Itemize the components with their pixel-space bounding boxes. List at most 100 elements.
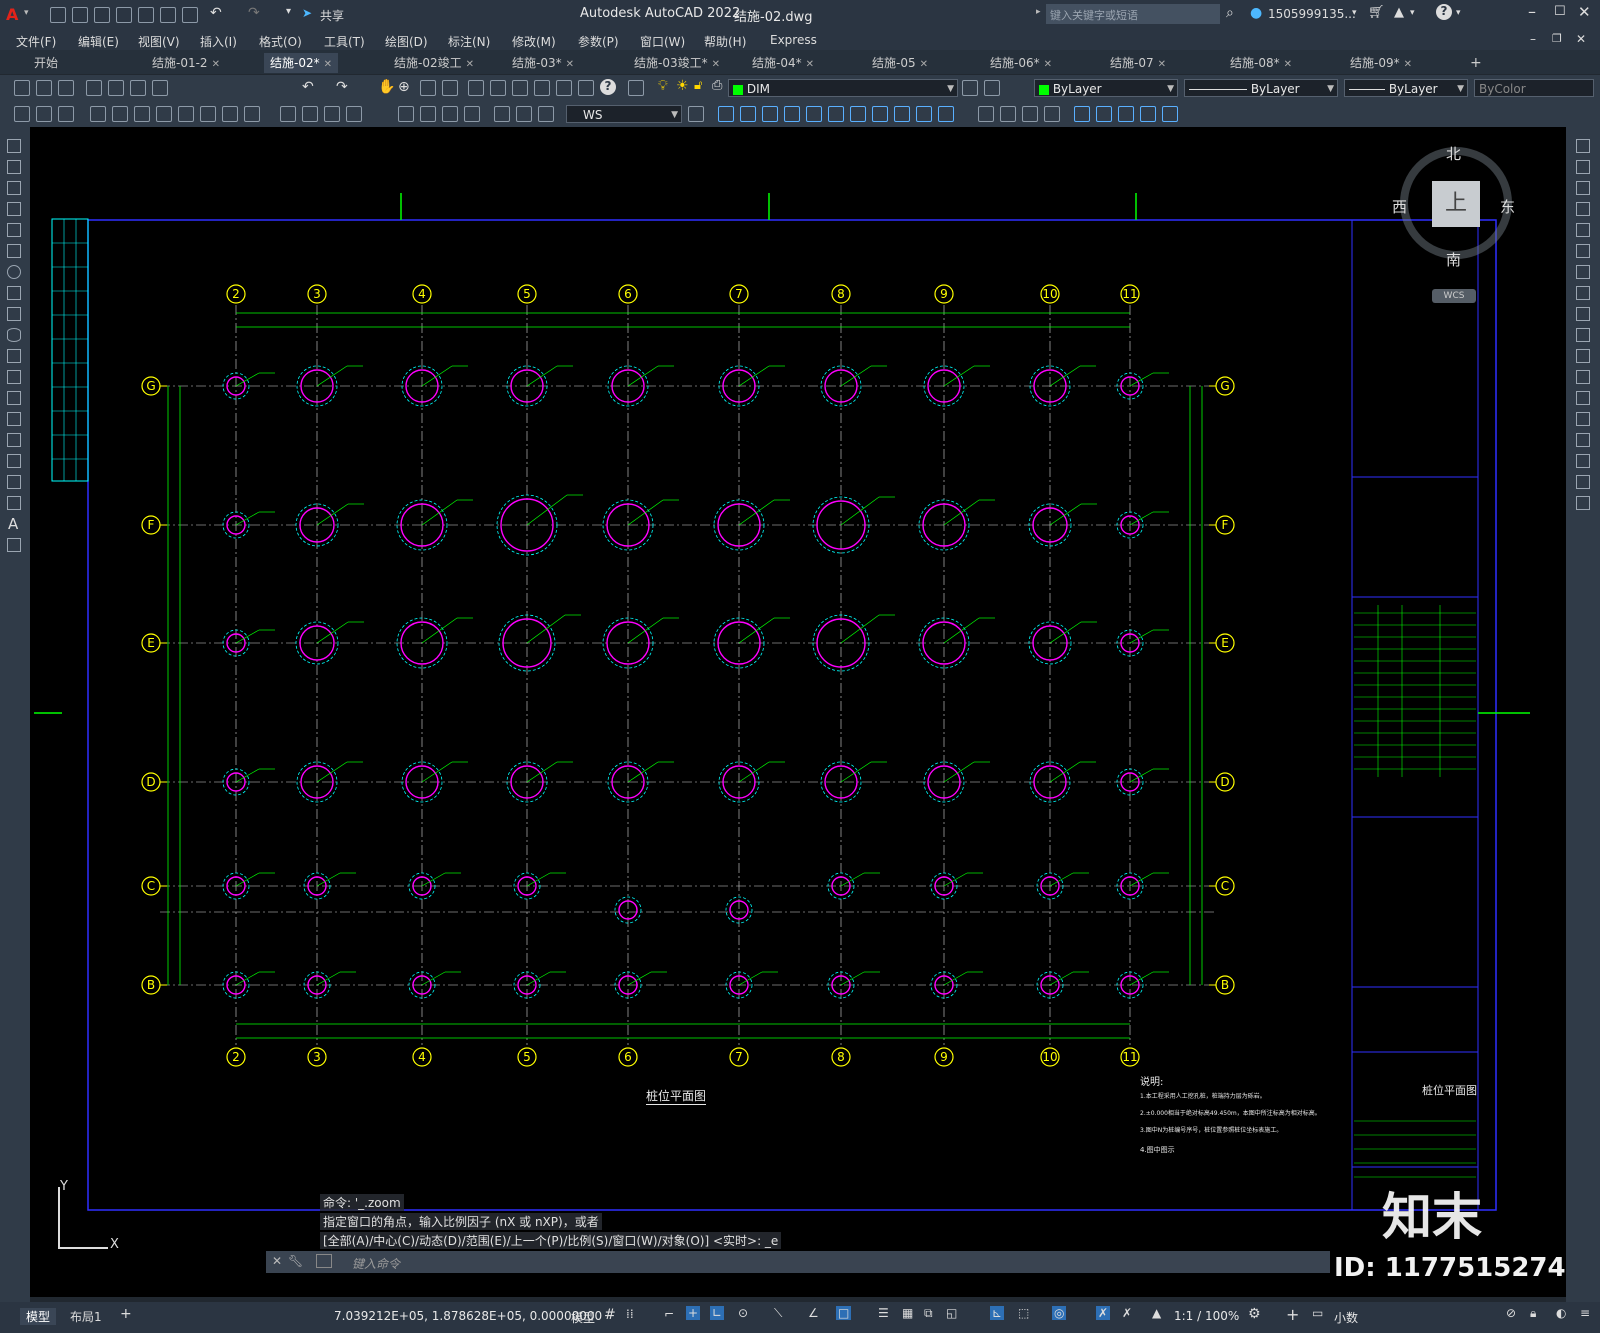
color-dropdown[interactable]: ByLayer ▼ [1034, 79, 1178, 97]
tab-file[interactable]: 结施-09* ✕ [1350, 53, 1412, 73]
share-label[interactable]: 共享 [320, 7, 344, 24]
tab-file-active[interactable]: 结施-02* ✕ [264, 53, 338, 73]
viewcube-top-face[interactable]: 上 [1432, 181, 1480, 227]
break-icon[interactable] [1576, 391, 1590, 405]
erase-icon[interactable] [1576, 139, 1590, 153]
object-snap-icon[interactable]: □ [836, 1306, 852, 1320]
markup-icon[interactable] [556, 80, 572, 96]
region-icon[interactable] [7, 475, 21, 489]
tab-close-icon[interactable]: ✕ [466, 59, 474, 70]
box-icon[interactable] [1074, 106, 1090, 122]
revision-cloud-icon[interactable] [7, 286, 21, 300]
hatch-icon[interactable] [7, 433, 21, 447]
break-at-point-icon[interactable] [1576, 370, 1590, 384]
mirror-icon[interactable] [1576, 181, 1590, 195]
center-mark-icon[interactable] [346, 106, 362, 122]
app-menu-chevron-icon[interactable]: ▾ [24, 8, 29, 18]
units-value[interactable]: 小数 [1334, 1309, 1358, 1326]
open-icon[interactable] [36, 80, 52, 96]
construction-line-icon[interactable] [7, 160, 21, 174]
quick-properties-icon[interactable]: ⊘ [1506, 1306, 1516, 1320]
tab-close-icon[interactable]: ✕ [566, 59, 574, 70]
ucs-world-icon[interactable] [762, 106, 778, 122]
tab-close-icon[interactable]: ✕ [920, 59, 928, 70]
jogged-linear-icon[interactable] [420, 106, 436, 122]
save-icon[interactable] [58, 80, 74, 96]
save-as-icon[interactable] [116, 7, 132, 23]
user-icon[interactable]: ● [1250, 5, 1262, 21]
polygon-icon[interactable] [7, 202, 21, 216]
chamfer-icon[interactable] [1576, 433, 1590, 447]
command-input[interactable]: 键入命令 [352, 1255, 400, 1272]
account-dropdown-icon[interactable]: ▾ [1410, 8, 1415, 18]
table-icon[interactable] [7, 496, 21, 510]
visual-style-wireframe-icon[interactable] [978, 106, 994, 122]
extend-icon[interactable] [1576, 349, 1590, 363]
ortho-icon[interactable]: ∟ [710, 1306, 725, 1320]
blend-curves-icon[interactable] [1576, 475, 1590, 489]
dim-continue-icon[interactable] [244, 106, 260, 122]
menu-window[interactable]: 窗口(W) [640, 33, 685, 50]
menu-insert[interactable]: 插入(I) [200, 33, 237, 50]
grid-icon[interactable]: # [604, 1307, 616, 1323]
auto-scale-icon[interactable]: ✗ [1122, 1306, 1132, 1320]
undo-icon[interactable]: ↶ [302, 79, 314, 95]
dim-update-icon[interactable] [494, 106, 510, 122]
rectangle-icon[interactable] [7, 223, 21, 237]
help-icon[interactable]: ? [1436, 4, 1452, 20]
visual-style-realistic-icon[interactable] [1022, 106, 1038, 122]
dynamic-ucs-icon[interactable]: ⊾ [990, 1306, 1005, 1320]
inspection-icon[interactable] [398, 106, 414, 122]
ucs-object-icon[interactable] [828, 106, 844, 122]
viewcube-south[interactable]: 南 [1446, 249, 1461, 270]
selection-filter-icon[interactable]: ⬚ [1018, 1306, 1029, 1320]
properties-icon[interactable] [468, 80, 484, 96]
tab-file[interactable]: 结施-06* ✕ [990, 53, 1052, 73]
layer-properties-icon[interactable] [628, 80, 644, 96]
ucs-origin-icon[interactable] [872, 106, 888, 122]
tab-close-icon[interactable]: ✕ [1404, 59, 1412, 70]
dim-linear-icon[interactable] [14, 106, 30, 122]
visual-style-hidden-icon[interactable] [1000, 106, 1016, 122]
tab-file[interactable]: 结施-08* ✕ [1230, 53, 1292, 73]
dim-edit-icon[interactable] [442, 106, 458, 122]
layer-unlock-icon[interactable]: 🔓︎ [694, 78, 702, 93]
plot-icon[interactable] [138, 7, 154, 23]
ucs-dropdown[interactable]: WS ▼ [566, 105, 682, 123]
drawing-canvas[interactable]: 2 2 3 3 4 4 5 5 6 6 7 7 8 8 9 9 10 10 11 11 G G F F E E D D C C B B 桩位平… [30, 127, 1566, 1297]
ucs-view-icon[interactable] [850, 106, 866, 122]
make-block-icon[interactable] [7, 391, 21, 405]
search-expand-icon[interactable]: ▸ [1036, 7, 1041, 17]
join-icon[interactable] [1576, 412, 1590, 426]
share-icon[interactable]: ➤ [302, 6, 312, 20]
menu-dimension[interactable]: 标注(N) [448, 33, 490, 50]
ucs-face-icon[interactable] [806, 106, 822, 122]
autocad-logo-icon[interactable]: A [6, 5, 18, 24]
layer-previous-icon[interactable] [984, 80, 1000, 96]
tab-close-icon[interactable]: ✕ [1284, 59, 1292, 70]
user-dropdown-icon[interactable]: ▾ [1352, 8, 1357, 18]
open-file-icon[interactable] [72, 7, 88, 23]
coordinates-readout[interactable]: 7.039212E+05, 1.878628E+05, 0.00000000 [334, 1309, 602, 1323]
quick-dim-icon[interactable] [200, 106, 216, 122]
snap-icon[interactable]: ⁞⁞ [626, 1307, 634, 1321]
menu-parametric[interactable]: 参数(P) [578, 33, 619, 50]
extrude-icon[interactable] [1118, 106, 1134, 122]
lock-ui-icon[interactable]: 🔒︎ [1530, 1306, 1536, 1321]
menu-express[interactable]: Express [770, 33, 817, 47]
tab-close-icon[interactable]: ✕ [212, 59, 220, 70]
sheet-set-icon[interactable] [534, 80, 550, 96]
menu-file[interactable]: 文件(F) [16, 33, 56, 50]
rotate-icon[interactable] [1576, 265, 1590, 279]
spline-icon[interactable] [7, 307, 21, 321]
annotation-scale-icon[interactable]: ▲ [1152, 1306, 1161, 1320]
help-dropdown-icon[interactable]: ▾ [1456, 8, 1461, 18]
gradient-icon[interactable] [7, 454, 21, 468]
doc-minimize-icon[interactable]: – [1530, 32, 1536, 46]
new-tab-icon[interactable]: + [1470, 53, 1482, 73]
dim-text-edit-icon[interactable] [464, 106, 480, 122]
lineweight-display-icon[interactable]: ☰ [878, 1306, 889, 1320]
layer-plot-icon[interactable]: ⎙ [712, 78, 722, 93]
ucs-x-icon[interactable] [938, 106, 954, 122]
dim-arc-icon[interactable] [58, 106, 74, 122]
